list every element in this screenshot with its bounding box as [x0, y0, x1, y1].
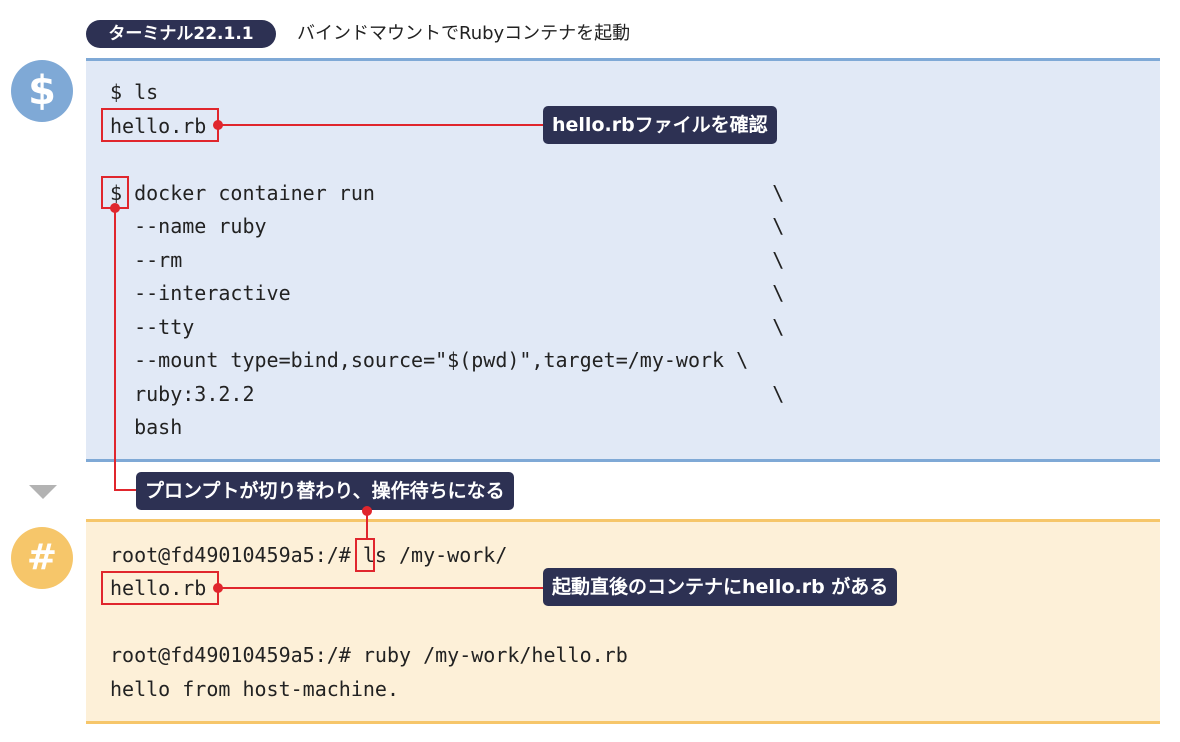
arrow-down-icon: [29, 485, 57, 499]
connector-line: [218, 124, 544, 126]
connector-line: [114, 208, 116, 490]
hash-icon: #: [11, 527, 73, 589]
host-line-8: --tty \: [110, 315, 785, 339]
host-line-11: bash: [110, 415, 183, 439]
container-line-1: root@fd49010459a5:/# ls /my-work/: [110, 543, 508, 567]
root-prompt-highlight-box: [355, 538, 375, 572]
dollar-icon: $: [11, 60, 73, 122]
host-line-5: --name ruby \: [110, 214, 785, 238]
host-line-10: ruby:3.2.2 \: [110, 382, 785, 406]
host-line-1: $ ls: [110, 80, 159, 104]
callout-file-exists: 起動直後のコンテナにhello.rb がある: [543, 568, 898, 606]
host-line-7: --interactive \: [110, 281, 785, 305]
host-line-4: $ docker container run \: [110, 181, 785, 205]
hello-rb-container-highlight-box: [101, 571, 219, 605]
container-line-5: hello from host-machine.: [110, 677, 399, 701]
callout-confirm-file: hello.rbファイルを確認: [543, 106, 777, 144]
callout-prompt-change: プロンプトが切り替わり、操作待ちになる: [136, 472, 514, 510]
host-line-9: --mount type=bind,source="$(pwd)",target…: [110, 348, 749, 372]
terminal-number-badge: ターミナル22.1.1: [86, 20, 276, 48]
connector-dot: [362, 506, 372, 516]
connector-line: [114, 489, 138, 491]
connector-line: [218, 587, 544, 589]
hello-rb-highlight-box: [101, 108, 219, 142]
container-line-4: root@fd49010459a5:/# ruby /my-work/hello…: [110, 643, 628, 667]
host-line-6: --rm \: [110, 248, 785, 272]
figure-title: バインドマウントでRubyコンテナを起動: [297, 23, 631, 44]
